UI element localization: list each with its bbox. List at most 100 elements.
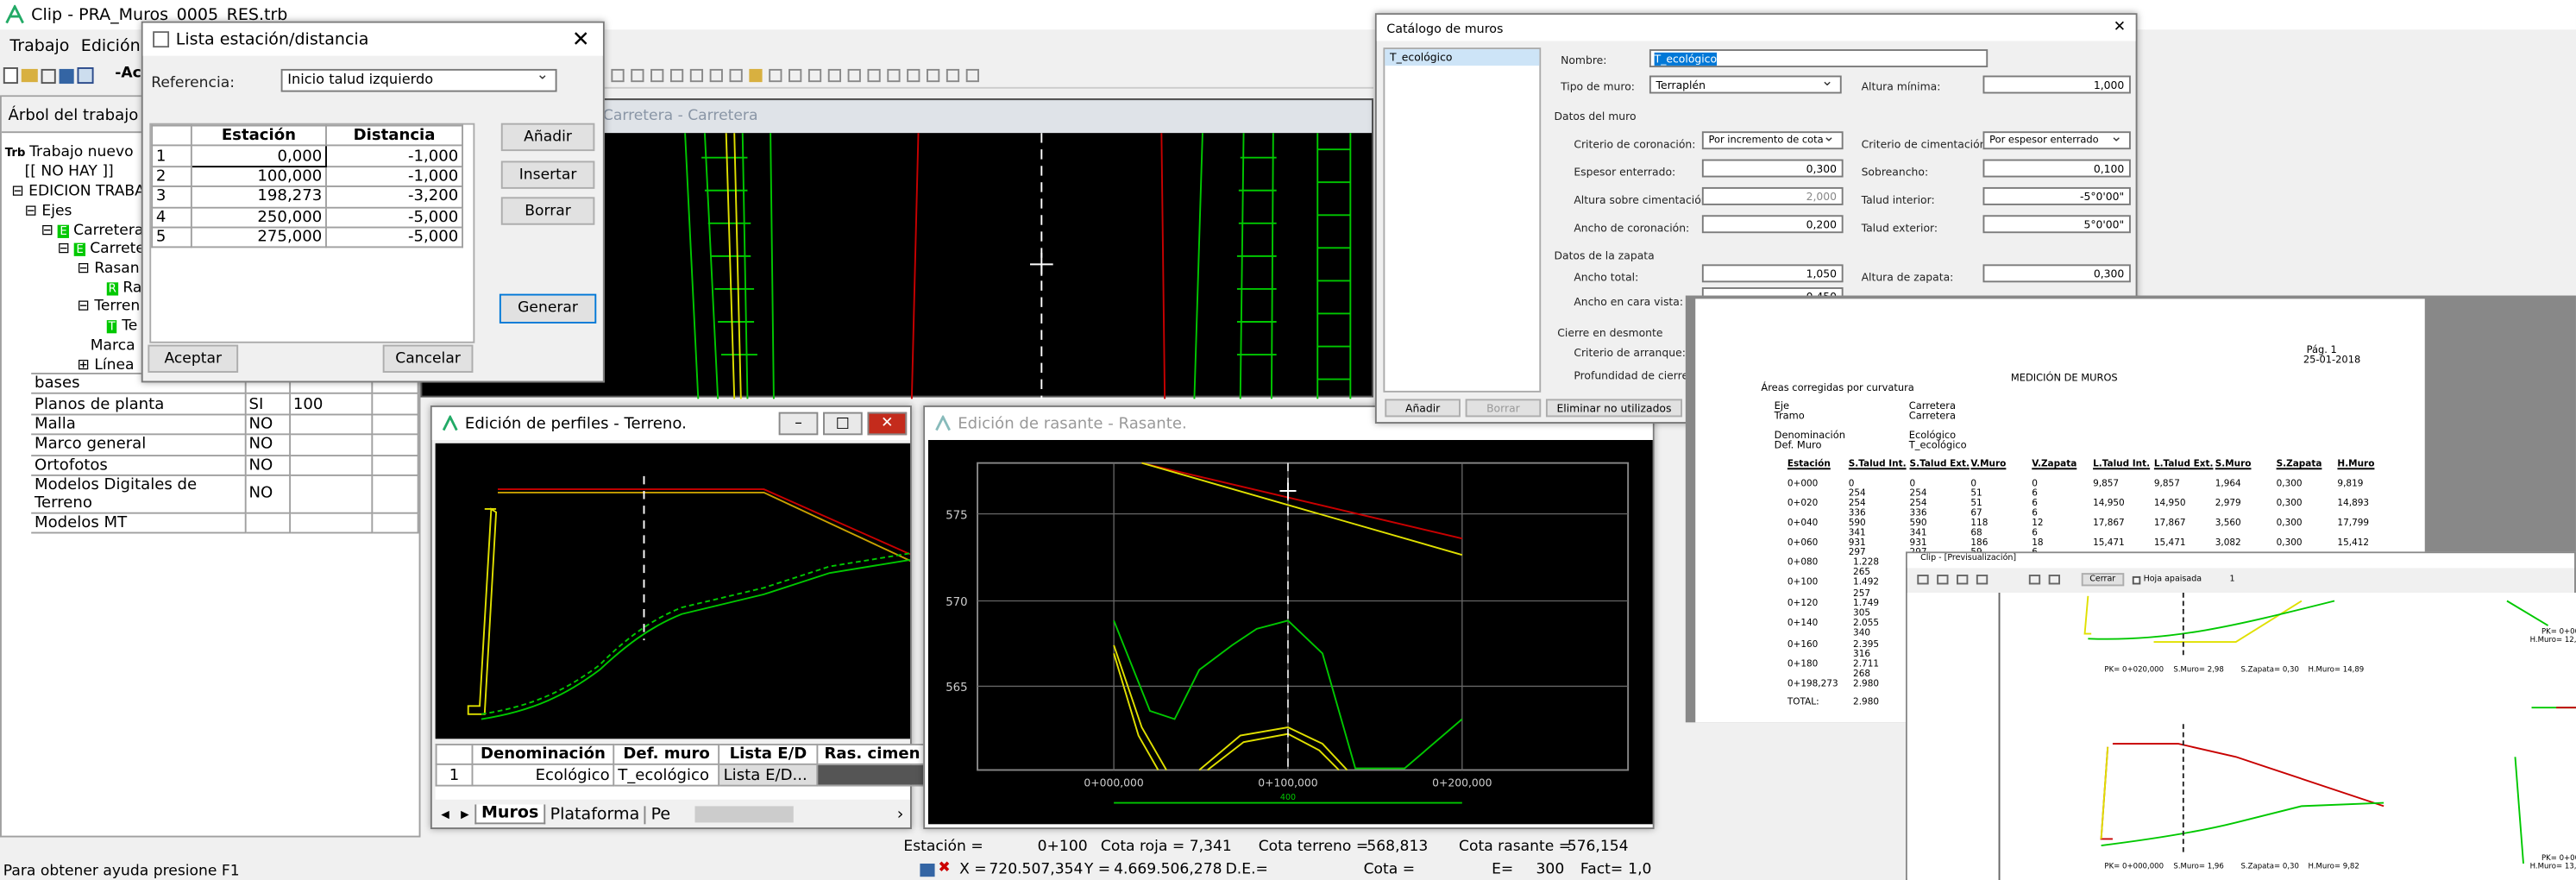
tab-plataforma[interactable]: Plataforma [545, 805, 646, 824]
station-row[interactable]: 4 250,000 -5,000 [151, 205, 464, 229]
tool-icon[interactable] [689, 67, 704, 82]
cancel-button[interactable]: Cancelar [382, 344, 474, 373]
accept-button[interactable]: Aceptar [148, 344, 239, 373]
muro-row[interactable]: 1 Ecológico T_ecológico Lista E/D... [435, 764, 928, 787]
altura-min-input[interactable]: 1,000 [1982, 75, 2131, 94]
zoom-in-icon[interactable] [2028, 575, 2041, 585]
station-row[interactable]: 3 198,273 -3,200 [151, 185, 464, 208]
report-row: 254 254 51 6 [1848, 489, 2038, 500]
export-icon[interactable] [41, 67, 56, 84]
tab-scroll-right[interactable]: ▸ [455, 805, 474, 823]
catalogo-add-button[interactable]: Añadir [1385, 399, 1461, 418]
catalogo-delete-button[interactable]: Borrar [1465, 399, 1542, 418]
talud-interior-input[interactable]: -5°0'00" [1982, 186, 2131, 205]
tree-item[interactable]: Marca [91, 338, 135, 357]
hscroll-right[interactable]: › [897, 805, 904, 823]
close-button[interactable]: ✕ [867, 412, 908, 436]
tree-item[interactable]: R Ra [106, 280, 141, 299]
menu-trabajo[interactable]: Trabajo [9, 37, 69, 55]
add-button[interactable]: Añadir [500, 123, 595, 152]
espesor-input[interactable]: 0,300 [1701, 159, 1844, 178]
print-icon[interactable] [1917, 575, 1929, 585]
station-row[interactable]: 5 275,000 -5,000 [151, 226, 464, 249]
tree-item[interactable]: ⊟ Ejes [25, 204, 72, 223]
tree-item[interactable]: T Te [106, 318, 137, 337]
list-icon[interactable] [77, 67, 94, 85]
tool-icon[interactable] [946, 67, 960, 82]
tree-item[interactable]: ⊟ E Carretera [41, 223, 144, 242]
tree-item[interactable]: [[ NO HAY ]] [25, 164, 114, 183]
rasante-window: Edición de rasante - Rasante. 575 570 56… [923, 405, 1655, 830]
station-row[interactable]: 2 100,000 -1,000 [151, 165, 464, 188]
tool-icon[interactable] [847, 67, 861, 82]
save-icon[interactable] [59, 67, 74, 84]
new-icon[interactable] [3, 67, 18, 85]
tool-icon[interactable] [807, 67, 822, 82]
tool-icon[interactable] [749, 67, 763, 82]
muros-list-item[interactable]: T_ecológico [1385, 49, 1540, 66]
tool-icon[interactable] [927, 67, 940, 82]
tool-icon[interactable] [729, 67, 743, 82]
tool-icon[interactable] [650, 67, 664, 82]
station-row[interactable]: 1 0,000 -1,000 [151, 145, 464, 167]
open-icon[interactable] [21, 68, 38, 83]
tree-prop-row[interactable]: Ortofotos NO [31, 454, 419, 476]
remove-unused-button[interactable]: Eliminar no utilizados [1545, 399, 1683, 418]
tool-icon[interactable] [867, 67, 881, 82]
close-icon[interactable]: ✕ [572, 27, 590, 52]
ancho-coronacion-input[interactable]: 0,200 [1701, 215, 1844, 234]
hscroll[interactable] [694, 806, 794, 823]
landscape-checkbox[interactable]: Hoja apaisada [2132, 575, 2202, 584]
tool-icon[interactable] [709, 67, 723, 82]
ref-select[interactable]: Inicio talud izquierdo [280, 67, 557, 92]
altura-zapata-input[interactable]: 0,300 [1982, 264, 2131, 283]
talud-exterior-input[interactable]: 5°0'00" [1982, 215, 2131, 234]
tool-icon[interactable] [887, 67, 901, 82]
page-icon[interactable] [1957, 575, 1969, 585]
delete-button[interactable]: Borrar [500, 197, 595, 225]
tree-item[interactable]: ⊟ EDICION TRABA [11, 184, 145, 203]
perfiles-window: Edición de perfiles - Terreno. – □ ✕ Den… [430, 405, 928, 830]
report-date: 25-01-2018 [2303, 355, 2361, 367]
sobreancho-input[interactable]: 0,100 [1982, 159, 2131, 178]
nav-icon[interactable] [1976, 575, 1989, 585]
zoom-out-icon[interactable] [2048, 575, 2060, 585]
tool-icon[interactable] [631, 67, 644, 82]
tree-prop-row[interactable]: Malla NO [31, 413, 419, 436]
tree-prop-row[interactable]: Modelos Digitales de Terreno NO [31, 474, 419, 514]
zoom-icon[interactable] [1937, 575, 1949, 585]
criterio-coronacion-select[interactable]: Por incremento de cota [1701, 129, 1844, 150]
insert-button[interactable]: Insertar [500, 160, 595, 189]
tool-icon[interactable] [965, 67, 979, 82]
tab-muros[interactable]: Muros [474, 804, 545, 825]
tree-prop-row[interactable]: Modelos MT [31, 512, 419, 535]
tool-icon[interactable] [907, 67, 920, 82]
muros-list: T_ecológico [1383, 47, 1542, 393]
tipo-select[interactable]: Terraplén [1649, 74, 1842, 94]
tree-prop-row[interactable]: Planos de planta SI 100 [31, 393, 419, 416]
tree-item[interactable]: ⊟ Terren [78, 299, 141, 317]
tool-icon[interactable] [669, 67, 684, 82]
altura-cim-input[interactable]: 2,000 [1701, 186, 1844, 205]
minimize-button[interactable]: – [778, 412, 819, 436]
generate-button[interactable]: Generar [499, 293, 597, 324]
criterio-cimentacion-select[interactable]: Por espesor enterrado [1982, 129, 2131, 150]
tree-item[interactable]: ⊟ Rasan [78, 261, 140, 280]
tab-pe[interactable]: Pe [646, 805, 675, 823]
tool-icon[interactable] [611, 67, 625, 82]
maximize-button[interactable]: □ [823, 412, 863, 436]
tool-icon[interactable] [769, 67, 782, 82]
nombre-input[interactable]: T_ecológico [1649, 49, 1989, 68]
tab-scroll-left[interactable]: ◂ [436, 805, 456, 823]
tree-prop-row[interactable]: Marco general NO [31, 433, 419, 456]
preview-close-button[interactable]: Cerrar [2081, 573, 2124, 587]
tool-icon[interactable] [789, 67, 802, 82]
ancho-total-input[interactable]: 1,050 [1701, 264, 1844, 283]
tool-icon[interactable] [827, 67, 842, 82]
preview-label: S.Zapata= 0,30 [2240, 665, 2298, 674]
close-icon[interactable]: ✕ [2114, 20, 2126, 36]
tree-item[interactable]: Trb Trabajo nuevo [5, 144, 134, 163]
menu-edicion[interactable]: Edición [81, 37, 141, 55]
delete-icon[interactable]: ✖ [938, 860, 950, 877]
criterio-arranque-label: Criterio de arranque: [1574, 346, 1686, 360]
